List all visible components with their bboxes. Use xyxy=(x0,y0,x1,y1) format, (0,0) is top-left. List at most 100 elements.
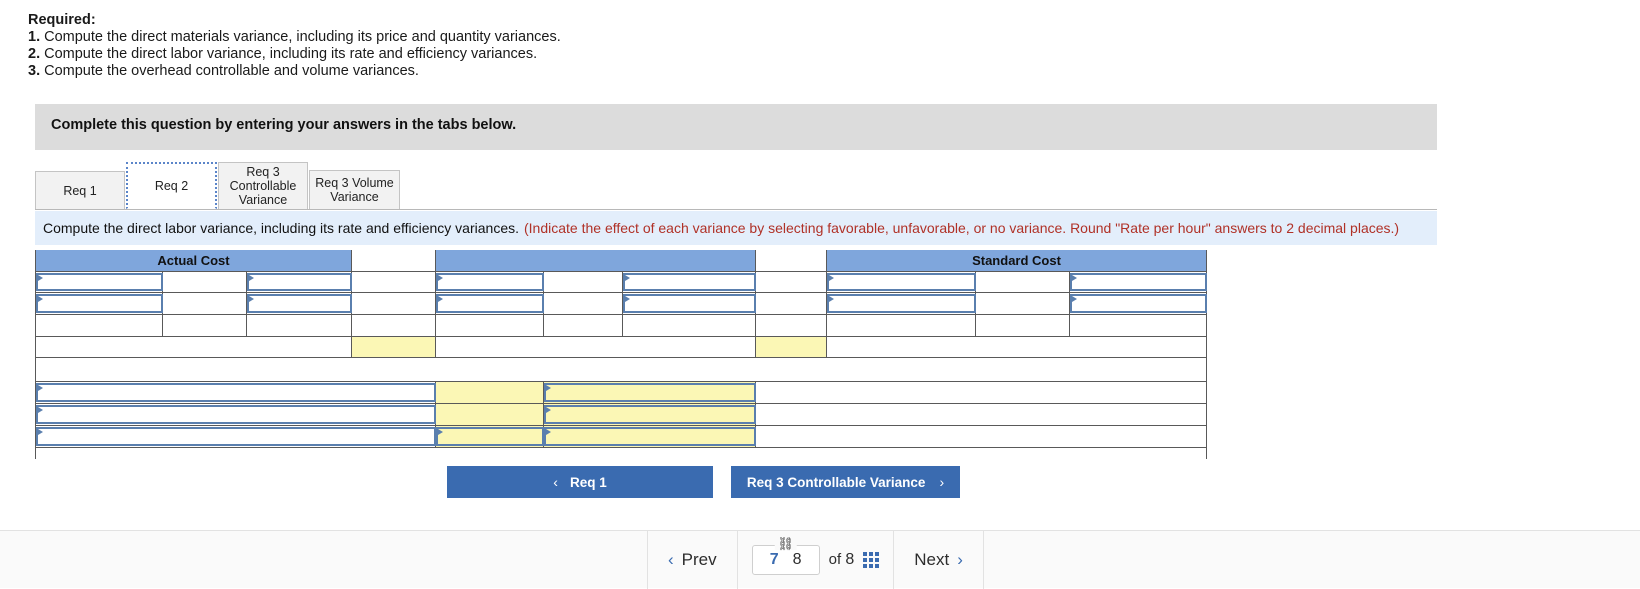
row3-gap-cell-2 xyxy=(756,315,827,337)
middle-label-input-1[interactable] xyxy=(436,273,544,291)
dropdown-caret-icon xyxy=(38,429,43,435)
required-item-2: 2. Compute the direct labor variance, in… xyxy=(28,46,561,63)
worksheet-accent-row xyxy=(35,337,1207,358)
required-item-1-text: Compute the direct materials variance, i… xyxy=(44,29,561,45)
tab-req-1[interactable]: Req 1 xyxy=(35,171,125,209)
page-number-group: ⛓ 7 8 of 8 xyxy=(738,531,894,589)
dropdown-caret-icon xyxy=(38,296,43,302)
worksheet-variance-row-1 xyxy=(35,382,1207,404)
row3-cell-8 xyxy=(976,315,1070,337)
prev-requirement-button[interactable]: ‹ Req 1 xyxy=(447,466,713,498)
dropdown-caret-icon xyxy=(546,407,551,413)
dropdown-caret-icon xyxy=(38,385,43,391)
required-item-1-number: 1. xyxy=(28,29,41,45)
question-prompt-hint: (Indicate the effect of each variance by… xyxy=(524,220,1400,236)
middle-header-cell xyxy=(436,250,756,272)
row3-cell-2 xyxy=(163,315,247,337)
row1-gap-cell-1 xyxy=(352,272,436,293)
linked-page-number[interactable]: 8 xyxy=(793,551,802,569)
prev-page-label: Prev xyxy=(681,550,717,569)
row3-cell-7 xyxy=(827,315,976,337)
required-item-3-number: 3. xyxy=(28,63,41,79)
complete-question-banner: Complete this question by entering your … xyxy=(35,104,1437,150)
variance-effect-select-2[interactable] xyxy=(544,405,756,424)
grid-view-icon[interactable] xyxy=(863,552,880,568)
actual-cost-label-input-1[interactable] xyxy=(36,273,163,291)
row8-cell-4 xyxy=(756,426,1207,448)
dropdown-caret-icon xyxy=(38,275,43,281)
dropdown-caret-icon xyxy=(249,296,254,302)
tab-req-3-controllable-variance[interactable]: Req 3 Controllable Variance xyxy=(218,162,308,209)
header-gap-cell-1 xyxy=(352,250,436,272)
standard-cost-label-input-1[interactable] xyxy=(827,273,976,291)
row4-yellow-cell-2[interactable] xyxy=(756,337,827,358)
required-item-2-text: Compute the direct labor variance, inclu… xyxy=(44,46,538,62)
variance-label-input-3[interactable] xyxy=(36,427,436,446)
middle-label-input-2[interactable] xyxy=(436,294,544,313)
row1-cell-2 xyxy=(163,272,247,293)
actual-cost-amount-input-1[interactable] xyxy=(247,273,352,291)
tab-req-3-volume-variance[interactable]: Req 3 Volume Variance xyxy=(309,170,400,209)
tab-req-3-controllable-variance-label: Req 3 Controllable Variance xyxy=(229,165,297,207)
required-item-2-number: 2. xyxy=(28,46,41,62)
row2-cell-8 xyxy=(976,293,1070,315)
middle-amount-input-1[interactable] xyxy=(623,273,756,291)
standard-cost-header-cell: Standard Cost xyxy=(827,250,1207,272)
dropdown-caret-icon xyxy=(249,275,254,281)
variance-worksheet: Actual Cost Standard Cost xyxy=(35,250,1207,459)
current-page-number[interactable]: 7 xyxy=(770,551,779,569)
worksheet-input-row-1 xyxy=(35,272,1207,293)
dropdown-caret-icon xyxy=(546,385,551,391)
variance-effect-select-1[interactable] xyxy=(544,383,756,402)
page-number-box[interactable]: ⛓ 7 8 xyxy=(751,537,820,575)
dropdown-caret-icon xyxy=(625,296,630,302)
row3-cell-5 xyxy=(544,315,623,337)
requirement-tabstrip: Req 1 Req 2 Req 3 Controllable Variance … xyxy=(35,162,1437,210)
chevron-right-icon: › xyxy=(957,550,963,569)
next-requirement-label: Req 3 Controllable Variance xyxy=(746,474,926,490)
tab-req-2[interactable]: Req 2 xyxy=(126,162,217,209)
next-page-button[interactable]: Next › xyxy=(894,531,983,589)
variance-amount-input-3[interactable] xyxy=(436,427,544,446)
variance-label-input-1[interactable] xyxy=(36,383,436,402)
tab-req-3-volume-variance-label: Req 3 Volume Variance xyxy=(315,176,394,204)
row1-cell-8 xyxy=(976,272,1070,293)
dropdown-caret-icon xyxy=(438,429,443,435)
actual-cost-amount-input-2[interactable] xyxy=(247,294,352,313)
dropdown-caret-icon xyxy=(546,429,551,435)
header-gap-cell-2 xyxy=(756,250,827,272)
dropdown-caret-icon xyxy=(829,275,834,281)
page-total-label: of 8 xyxy=(829,551,855,569)
next-page-label: Next xyxy=(914,550,950,569)
row4-cell-1 xyxy=(35,337,352,358)
standard-cost-amount-input-2[interactable] xyxy=(1070,294,1207,313)
actual-cost-header-label: Actual Cost xyxy=(157,253,230,268)
of-word: of xyxy=(828,551,842,568)
row3-cell-3 xyxy=(247,315,352,337)
worksheet-header-row: Actual Cost Standard Cost xyxy=(35,250,1207,272)
middle-amount-input-2[interactable] xyxy=(623,294,756,313)
standard-cost-label-input-2[interactable] xyxy=(827,294,976,313)
worksheet-input-row-2 xyxy=(35,293,1207,315)
row3-cell-1 xyxy=(35,315,163,337)
chevron-right-icon: › xyxy=(939,474,945,490)
required-block: Required: 1. Compute the direct material… xyxy=(28,12,561,80)
dropdown-caret-icon xyxy=(1072,296,1077,302)
actual-cost-label-input-2[interactable] xyxy=(36,294,163,313)
next-requirement-button[interactable]: Req 3 Controllable Variance › xyxy=(731,466,960,498)
dropdown-caret-icon xyxy=(625,275,630,281)
standard-cost-amount-input-1[interactable] xyxy=(1070,273,1207,291)
prev-page-button[interactable]: ‹ Prev xyxy=(648,531,737,589)
dropdown-caret-icon xyxy=(38,407,43,413)
chevron-left-icon: ‹ xyxy=(553,474,558,490)
row4-cell-3 xyxy=(827,337,1207,358)
row3-cell-9 xyxy=(1070,315,1207,337)
row7-cell-4 xyxy=(756,404,1207,426)
question-prompt-text: Compute the direct labor variance, inclu… xyxy=(43,220,519,236)
worksheet-variance-row-3 xyxy=(35,426,1207,448)
tab-req-2-label: Req 2 xyxy=(154,179,189,193)
row4-yellow-cell-1[interactable] xyxy=(352,337,436,358)
row2-gap-cell-1 xyxy=(352,293,436,315)
variance-effect-select-3[interactable] xyxy=(544,427,756,446)
variance-label-input-2[interactable] xyxy=(36,405,436,424)
